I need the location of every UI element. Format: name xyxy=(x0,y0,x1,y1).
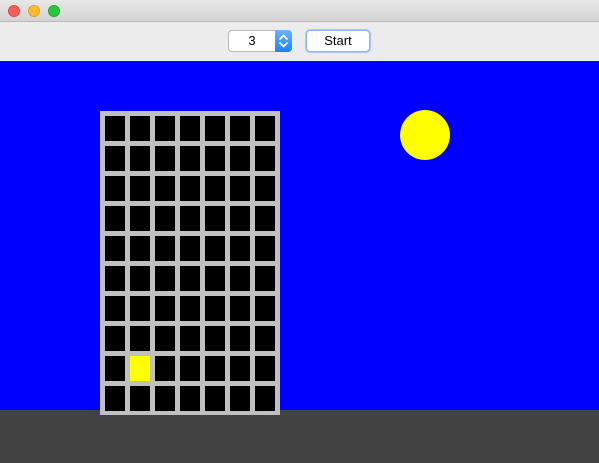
building-window xyxy=(155,236,175,261)
building-window xyxy=(130,296,150,321)
building-window xyxy=(130,326,150,351)
building-window xyxy=(230,206,250,231)
building-window xyxy=(105,176,125,201)
building-window xyxy=(105,266,125,291)
building-window xyxy=(255,146,275,171)
start-button[interactable]: Start xyxy=(306,30,370,52)
building-window xyxy=(205,116,225,141)
building-window xyxy=(255,176,275,201)
building-window xyxy=(180,296,200,321)
building-window xyxy=(230,296,250,321)
building-window xyxy=(105,326,125,351)
close-window-icon[interactable] xyxy=(8,5,20,17)
building-window xyxy=(155,326,175,351)
building-window xyxy=(130,206,150,231)
building-window xyxy=(130,146,150,171)
building-window xyxy=(180,266,200,291)
building-window xyxy=(180,206,200,231)
building-window xyxy=(230,266,250,291)
building-window xyxy=(230,326,250,351)
building-window xyxy=(105,296,125,321)
floor-count-stepper[interactable]: 3 xyxy=(228,30,292,52)
building-window xyxy=(130,236,150,261)
building-window xyxy=(155,356,175,381)
building-window xyxy=(230,356,250,381)
building-window xyxy=(205,206,225,231)
building-window xyxy=(205,176,225,201)
building-window xyxy=(130,176,150,201)
title-bar xyxy=(0,0,599,22)
building-window xyxy=(205,266,225,291)
building-window xyxy=(230,386,250,411)
building-window xyxy=(255,386,275,411)
lit-window xyxy=(130,356,150,381)
building-window xyxy=(205,236,225,261)
building xyxy=(100,111,280,415)
building-window xyxy=(205,146,225,171)
app-window: 3 Start xyxy=(0,0,599,463)
building-window xyxy=(205,356,225,381)
building-window xyxy=(155,296,175,321)
building-window xyxy=(155,266,175,291)
building-window xyxy=(105,236,125,261)
building-window xyxy=(155,176,175,201)
stepper-arrows-icon[interactable] xyxy=(275,30,292,52)
sun xyxy=(400,110,450,160)
building-window xyxy=(205,326,225,351)
building-window xyxy=(180,176,200,201)
building-window xyxy=(130,386,150,411)
building-window xyxy=(255,326,275,351)
building-window xyxy=(155,116,175,141)
building-window xyxy=(255,206,275,231)
minimize-window-icon[interactable] xyxy=(28,5,40,17)
ground xyxy=(0,410,599,463)
building-window xyxy=(205,386,225,411)
toolbar: 3 Start xyxy=(0,22,599,61)
building-window xyxy=(155,206,175,231)
building-window xyxy=(230,236,250,261)
building-window xyxy=(155,386,175,411)
floor-count-value[interactable]: 3 xyxy=(229,31,275,51)
building-window xyxy=(255,356,275,381)
building-window xyxy=(180,146,200,171)
building-window xyxy=(230,146,250,171)
building-window xyxy=(255,236,275,261)
building-window xyxy=(255,116,275,141)
building-window xyxy=(230,176,250,201)
building-window xyxy=(130,116,150,141)
building-window xyxy=(155,146,175,171)
scene-canvas xyxy=(0,61,599,463)
building-window xyxy=(180,116,200,141)
building-window xyxy=(105,206,125,231)
building-window xyxy=(130,266,150,291)
building-window xyxy=(255,266,275,291)
building-window xyxy=(230,116,250,141)
zoom-window-icon[interactable] xyxy=(48,5,60,17)
building-window xyxy=(255,296,275,321)
building-window xyxy=(105,356,125,381)
building-window xyxy=(180,326,200,351)
building-window xyxy=(180,386,200,411)
building-window xyxy=(105,116,125,141)
building-window xyxy=(105,386,125,411)
building-window xyxy=(105,146,125,171)
building-window xyxy=(180,356,200,381)
building-window xyxy=(180,236,200,261)
building-window xyxy=(205,296,225,321)
